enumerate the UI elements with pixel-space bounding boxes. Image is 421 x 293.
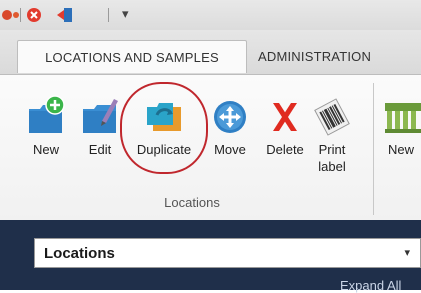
ribbon-tab-strip: LOCATIONS AND SAMPLES ADMINISTRATION xyxy=(0,30,421,74)
sample-rack-icon xyxy=(385,103,421,133)
barcode-label-icon xyxy=(314,98,350,136)
delete-button-label: Delete xyxy=(266,142,304,157)
duplicate-highlight-ring xyxy=(120,82,208,174)
move-arrows-icon xyxy=(214,101,246,133)
edit-button-label: Edit xyxy=(88,142,112,157)
expand-all-link[interactable]: Expand All xyxy=(340,278,401,293)
new-button-label: New xyxy=(32,142,59,157)
delete-x-icon xyxy=(273,103,297,131)
tab-locations-and-samples[interactable]: LOCATIONS AND SAMPLES xyxy=(17,40,247,73)
exit-icon[interactable] xyxy=(56,7,74,23)
location-selector-value: Locations xyxy=(44,245,115,262)
print-label-button-label: Print label xyxy=(318,142,346,174)
new-button[interactable]: New xyxy=(23,93,69,158)
print-label-button[interactable]: Print label xyxy=(312,93,352,175)
new-sample-button[interactable]: New xyxy=(381,93,421,158)
edit-folder-icon xyxy=(83,99,118,133)
chevron-down-icon[interactable]: ▾ xyxy=(404,246,410,259)
edit-button[interactable]: Edit xyxy=(78,93,122,158)
location-selector-dropdown[interactable]: Locations ▾ xyxy=(34,238,421,268)
toolbar-divider xyxy=(108,8,109,22)
ribbon-group-label: Locations xyxy=(164,195,220,210)
customize-dropdown-icon[interactable]: ▾ xyxy=(122,6,129,22)
move-button[interactable]: Move xyxy=(204,93,256,158)
tab-administration[interactable]: ADMINISTRATION xyxy=(258,40,421,72)
ribbon-group-divider xyxy=(373,83,374,215)
new-sample-button-label: New xyxy=(387,142,414,157)
move-button-label: Move xyxy=(214,142,246,157)
ribbon-panel: New Edit Duplicate Move Delete Print lab… xyxy=(0,74,421,221)
new-folder-icon xyxy=(29,95,65,133)
toolbar-divider xyxy=(20,8,21,22)
app-icon[interactable] xyxy=(0,8,20,22)
quick-access-toolbar: ▾ xyxy=(0,0,421,30)
close-circle-icon[interactable] xyxy=(26,7,42,23)
delete-button[interactable]: Delete xyxy=(258,93,312,158)
